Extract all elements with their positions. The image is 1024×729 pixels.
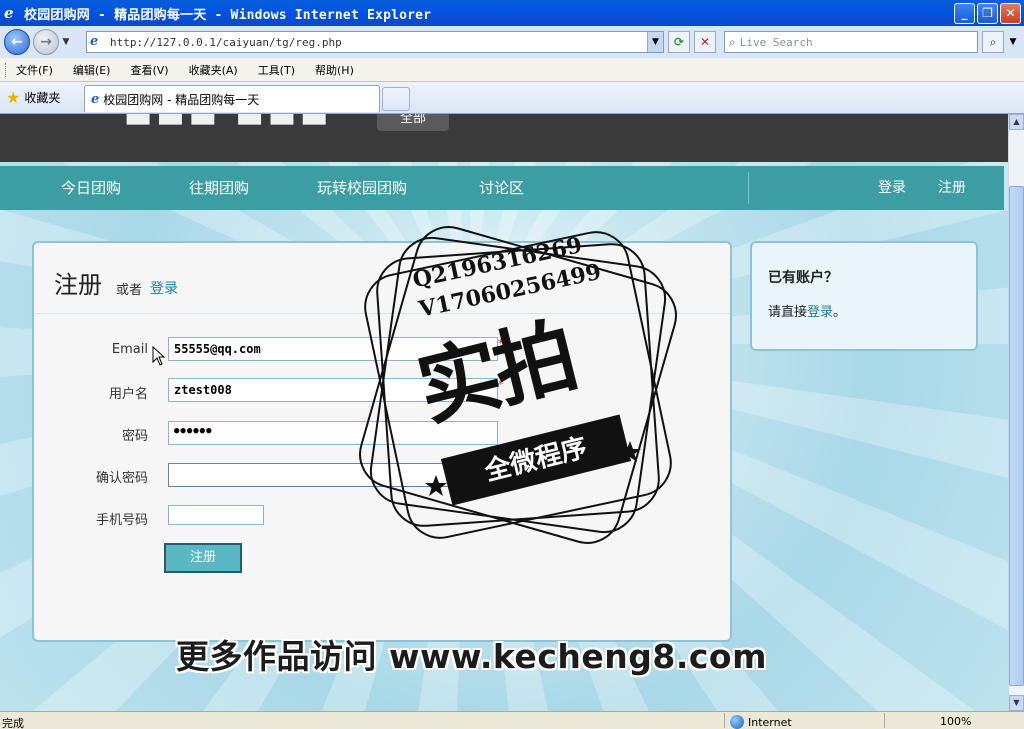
favorites-label: 收藏夹	[24, 91, 61, 105]
browser-tab[interactable]: e 校园团购网 - 精品团购每一天	[84, 85, 380, 112]
nav-forum[interactable]: 讨论区	[479, 177, 524, 198]
menu-edit[interactable]: 编辑(E)	[73, 62, 111, 78]
status-separator	[884, 713, 885, 728]
register-submit-button[interactable]: 注册	[164, 543, 242, 573]
star-icon	[619, 441, 641, 462]
phone-label: 手机号码	[95, 513, 148, 528]
favorites-button[interactable]: ★ 收藏夹	[6, 88, 60, 107]
menu-file[interactable]: 文件(F)	[16, 62, 53, 78]
email-label: Email	[111, 342, 148, 357]
security-zone[interactable]: Internet	[730, 715, 792, 729]
nav-login[interactable]: 登录	[878, 177, 906, 197]
nav-guide[interactable]: 玩转校园团购	[317, 177, 407, 198]
ie-logo-icon: e	[4, 4, 14, 22]
login-link[interactable]: 登录	[150, 278, 178, 298]
existing-account-box: 已有账户？ 请直接登录。	[750, 241, 978, 351]
menu-favorites[interactable]: 收藏夹(A)	[189, 62, 238, 78]
site-header: ▬▬▬ ▬▬▬ 全部	[0, 114, 1008, 162]
sidebox-login-link[interactable]: 登录	[807, 305, 833, 320]
vertical-scrollbar[interactable]: ▲ ▼	[1008, 114, 1024, 711]
search-placeholder: Live Search	[739, 35, 813, 49]
tab-label: 校园团购网 - 精品团购每一天	[103, 92, 260, 107]
menu-view[interactable]: 查看(V)	[130, 62, 168, 78]
menu-tools[interactable]: 工具(T)	[258, 62, 295, 78]
title-bar: e 校园团购网 - 精品团购每一天 - Windows Internet Exp…	[0, 0, 1024, 26]
favorites-star-icon: ★	[6, 88, 21, 107]
confirm-password-label: 确认密码	[95, 471, 148, 486]
search-input[interactable]: ⌕ Live Search	[724, 31, 978, 53]
address-input[interactable]: e http://127.0.0.1/caiyuan/tg/reg.php ▼	[86, 31, 664, 53]
or-text: 或者	[116, 283, 143, 298]
zoom-level[interactable]: 100%	[940, 715, 971, 728]
existing-account-suffix: 。	[833, 305, 847, 320]
search-go-button[interactable]: ⌕	[982, 31, 1004, 53]
globe-icon	[730, 715, 744, 729]
existing-account-text: 请直接登录。	[768, 301, 846, 320]
existing-account-title: 已有账户？	[768, 270, 838, 286]
existing-account-prefix: 请直接	[768, 305, 808, 320]
window-controls: _ ❐ ✕	[954, 3, 1021, 24]
page-title: 注册	[54, 271, 102, 299]
stop-button[interactable]: ✕	[694, 31, 716, 53]
forward-button[interactable]: →	[33, 29, 59, 55]
zone-label: Internet	[748, 715, 792, 729]
address-dropdown-icon[interactable]: ▼	[647, 32, 663, 52]
nav-separator	[748, 172, 749, 204]
restore-button[interactable]: ❐	[977, 3, 998, 24]
new-tab-button[interactable]	[382, 87, 410, 111]
search-options-dropdown-icon[interactable]: ▼	[1006, 31, 1020, 53]
site-logo[interactable]: ▬▬▬ ▬▬▬	[124, 114, 333, 135]
close-button[interactable]: ✕	[1000, 3, 1021, 24]
menu-help[interactable]: 帮助(H)	[315, 62, 354, 78]
page-icon: e	[90, 34, 99, 49]
menu-bar: 文件(F) 编辑(E) 查看(V) 收藏夹(A) 工具(T) 帮助(H)	[0, 58, 1024, 82]
toolbar-grip[interactable]	[5, 62, 8, 77]
scroll-thumb[interactable]	[1009, 186, 1024, 686]
nav-past[interactable]: 往期团购	[189, 177, 249, 198]
bottom-watermark: 更多作品访问 www.kecheng8.com	[176, 637, 767, 676]
all-category-button[interactable]: 全部	[377, 114, 449, 131]
tab-page-icon: e	[91, 91, 100, 107]
tab-bar: ★ 收藏夹 e 校园团购网 - 精品团购每一天	[0, 82, 1024, 114]
page-viewport: ▬▬▬ ▬▬▬ 全部 今日团购 往期团购 玩转校园团购 讨论区 登录 注册 注册…	[0, 114, 1008, 711]
site-nav: 今日团购 往期团购 玩转校园团购 讨论区 登录 注册	[0, 166, 1004, 210]
scroll-up-icon[interactable]: ▲	[1009, 114, 1024, 130]
refresh-button[interactable]: ⟳	[668, 31, 690, 53]
recent-pages-dropdown-icon[interactable]: ▼	[59, 37, 73, 47]
phone-field[interactable]	[168, 505, 264, 525]
window-title: 校园团购网 - 精品团购每一天 - Windows Internet Explo…	[24, 7, 432, 23]
scroll-down-icon[interactable]: ▼	[1009, 695, 1024, 711]
minimize-button[interactable]: _	[954, 3, 975, 24]
back-button[interactable]: ←	[4, 29, 30, 55]
mouse-cursor-icon	[152, 346, 166, 366]
url-text[interactable]: http://127.0.0.1/caiyuan/tg/reg.php	[110, 36, 342, 49]
nav-today[interactable]: 今日团购	[61, 177, 121, 198]
status-bar: 完成 Internet 100%	[0, 711, 1024, 729]
nav-register[interactable]: 注册	[938, 177, 966, 197]
username-label: 用户名	[108, 387, 148, 402]
password-label: 密码	[121, 429, 148, 444]
watermark-stamp: Q2196316269 V17060256499 实拍 全微程序	[338, 210, 688, 556]
star-icon	[425, 475, 447, 496]
status-text: 完成	[2, 717, 24, 729]
search-icon: ⌕	[729, 34, 736, 49]
address-toolbar: ← → ▼ e http://127.0.0.1/caiyuan/tg/reg.…	[0, 26, 1024, 58]
status-separator	[724, 713, 725, 728]
